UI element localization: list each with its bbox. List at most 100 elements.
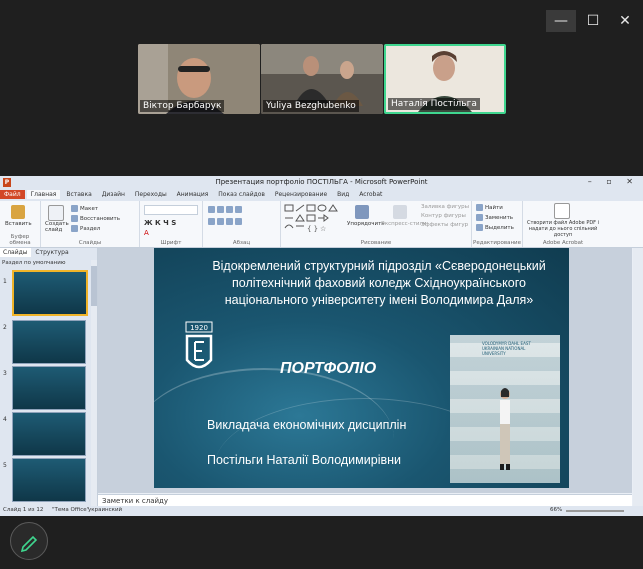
slide-canvas: Відокремлений структурний підрозділ «Сєв… [98, 248, 632, 493]
participant-tile[interactable]: Yuliya Bezghubenko [261, 44, 383, 114]
quick-styles-icon [393, 205, 407, 219]
paste-icon [11, 205, 25, 219]
slide-indicator: Слайд 1 из 12 [3, 507, 44, 513]
create-pdf-button[interactable]: Створити файл Adobe PDF і надати до ньог… [523, 220, 603, 238]
slide-number: 3 [3, 370, 7, 377]
tab-file[interactable]: Файл [0, 190, 25, 199]
select-label: Выделить [485, 225, 514, 231]
tab-slides[interactable]: Слайды [0, 248, 31, 257]
participant-tile-active[interactable]: Наталія Постільга [384, 44, 506, 114]
quick-styles-button[interactable]: Экспресс-стили [381, 221, 427, 227]
svg-text:{ }: { } [307, 225, 318, 233]
group-label: Шрифт [160, 240, 182, 246]
minimize-button[interactable]: — [546, 10, 576, 32]
paste-button[interactable]: Вставить [5, 221, 32, 227]
window-title: Презентация портфоліо ПОСТІЛЬГА - Micros… [215, 178, 428, 186]
zoom-slider[interactable] [566, 510, 624, 512]
zoom-level[interactable]: 66% [550, 507, 562, 513]
layout-button[interactable]: Макет [71, 205, 98, 212]
tab-outline[interactable]: Структура [32, 248, 71, 257]
reset-icon [71, 215, 78, 222]
shape-outline-button[interactable]: Контур фигуры [421, 213, 466, 219]
align-left-icon [208, 218, 215, 225]
replace-label: Заменить [485, 215, 514, 221]
section-header[interactable]: Раздел по умолчанию [2, 260, 65, 266]
canvas-scrollbar[interactable] [633, 248, 643, 506]
arrange-icon [355, 205, 369, 219]
title-bar: P Презентация портфоліо ПОСТІЛЬГА - Micr… [0, 176, 643, 190]
group-label: Слайды [78, 240, 102, 246]
indent-icon [226, 206, 233, 213]
slide-number: 5 [3, 462, 7, 469]
replace-button[interactable]: Заменить [476, 214, 513, 221]
group-label: Редактирование [473, 240, 521, 246]
list-buttons[interactable] [208, 206, 244, 213]
group-paragraph: Абзац [203, 201, 281, 247]
align-buttons[interactable] [208, 218, 244, 225]
participant-name: Віктор Барбарук [140, 100, 225, 112]
tab-acrobat[interactable]: Acrobat [355, 190, 386, 199]
reset-button[interactable]: Восстановить [71, 215, 120, 222]
slide-thumbnail[interactable] [12, 270, 88, 316]
logo-year: 1920 [190, 324, 208, 332]
find-button[interactable]: Найти [476, 204, 503, 211]
find-label: Найти [485, 205, 503, 211]
tab-design[interactable]: Дизайн [98, 190, 129, 199]
annotate-button[interactable] [10, 522, 48, 560]
banner-text: VOLODYMYR DAHL EAST UKRAINIAN NATIONAL U… [482, 341, 531, 356]
portfolio-title[interactable]: ПОРТФОЛІО [280, 360, 376, 378]
group-acrobat: Створити файл Adobe PDF і надати до ньог… [523, 201, 603, 247]
maximize-button[interactable]: ☐ [578, 10, 608, 32]
group-slides: Создать слайд Макет Восстановить Раздел … [41, 201, 140, 247]
shape-effects-button[interactable]: Эффекты фигур [421, 222, 468, 228]
pdf-icon [554, 203, 570, 219]
shapes-gallery[interactable]: { } ☆ [284, 204, 346, 234]
role-text[interactable]: Викладача економічних дисциплін [207, 418, 406, 432]
shape-fill-button[interactable]: Заливка фигуры [421, 204, 469, 210]
teacher-photo[interactable]: VOLODYMYR DAHL EAST UKRAINIAN NATIONAL U… [450, 335, 560, 483]
teacher-name[interactable]: Постільги Наталії Володимирівни [207, 453, 401, 467]
tab-slideshow[interactable]: Показ слайдов [214, 190, 269, 199]
tab-home[interactable]: Главная [26, 190, 61, 199]
participant-tile[interactable]: Віктор Барбарук [138, 44, 260, 114]
tab-insert[interactable]: Вставка [62, 190, 95, 199]
font-name-box[interactable] [144, 205, 198, 215]
slide-thumbnail[interactable] [12, 412, 86, 456]
group-editing: Найти Заменить Выделить Редактирование [472, 201, 523, 247]
tab-review[interactable]: Рецензирование [271, 190, 331, 199]
university-logo: 1920 [185, 321, 213, 369]
group-label: Adobe Acrobat [542, 240, 584, 246]
slides-panel: Слайды Структура Раздел по умолчанию 1 2… [0, 248, 98, 506]
ribbon-tabs: Файл Главная Вставка Дизайн Переходы Ани… [0, 190, 643, 201]
tab-animation[interactable]: Анимация [173, 190, 213, 199]
new-slide-button[interactable]: Создать слайд [45, 221, 69, 233]
bullets-icon [208, 206, 215, 213]
section-button[interactable]: Раздел [71, 225, 100, 232]
tab-view[interactable]: Вид [333, 190, 353, 199]
reset-label: Восстановить [80, 216, 120, 222]
section-label: Раздел [80, 226, 101, 232]
arrange-button[interactable]: Упорядочить [347, 221, 385, 227]
current-slide[interactable]: Відокремлений структурний підрозділ «Сєв… [154, 248, 569, 488]
layout-icon [71, 205, 78, 212]
slide-thumbnail[interactable] [12, 366, 86, 410]
section-icon [71, 225, 78, 232]
font-color-button[interactable]: A [144, 229, 149, 237]
window-buttons[interactable]: – ▫ ✕ [588, 177, 639, 186]
select-button[interactable]: Выделить [476, 224, 514, 231]
line-spacing-icon [235, 206, 242, 213]
group-label: Буфер обмена [9, 234, 31, 246]
group-label: Абзац [232, 240, 251, 246]
slide-heading[interactable]: Відокремлений структурний підрозділ «Сєв… [194, 258, 564, 309]
close-button[interactable]: ✕ [610, 10, 640, 32]
align-center-icon [217, 218, 224, 225]
language[interactable]: украинский [88, 507, 122, 513]
slide-thumbnail[interactable] [12, 458, 86, 502]
panel-scroll-thumb[interactable] [91, 266, 97, 306]
powerpoint-window: P Презентация портфоліо ПОСТІЛЬГА - Micr… [0, 176, 643, 516]
slide-thumbnail[interactable] [12, 320, 86, 364]
bold-italic-underline-buttons[interactable]: Ж К Ч S [144, 219, 176, 227]
tab-transitions[interactable]: Переходы [131, 190, 171, 199]
group-clipboard: Вставить Буфер обмена [0, 201, 41, 247]
group-drawing: { } ☆ Упорядочить Экспресс-стили Заливка… [281, 201, 472, 247]
